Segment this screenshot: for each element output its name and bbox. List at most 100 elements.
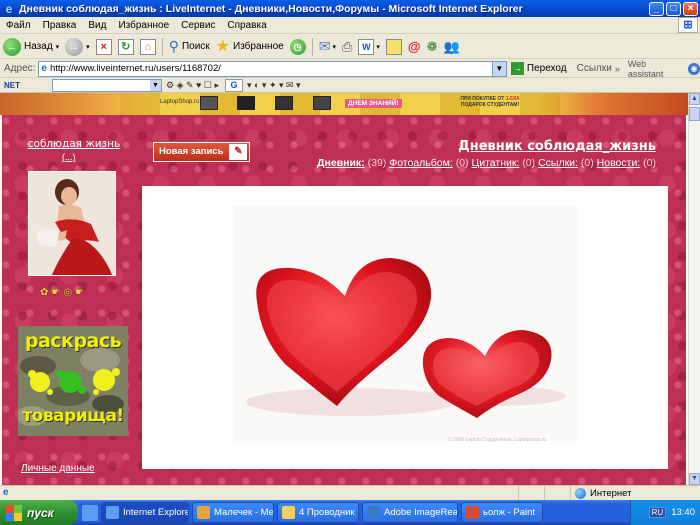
refresh-button[interactable]: ↻ [115, 36, 137, 58]
task-explorer[interactable]: 4 Проводник [277, 502, 359, 523]
cookie-icon[interactable]: ◎ [63, 287, 72, 298]
task-label: Adobe ImageReady... [384, 507, 458, 518]
photo-caption: © 2008 Laptop Подарочные, Laptopshop.ru [448, 437, 547, 443]
history-button[interactable]: ◷ [287, 36, 309, 58]
task-icon [106, 506, 119, 519]
start-button[interactable]: пуск [0, 500, 78, 525]
post-photo[interactable] [233, 206, 578, 441]
stat-news-link[interactable]: Новости: [597, 157, 641, 169]
hand-icon[interactable]: ☛ [51, 287, 60, 298]
task-paint[interactable]: ьолж - Paint [461, 502, 543, 523]
username-link[interactable]: соблюдая жизнь [25, 138, 123, 150]
personal-data-link[interactable]: Личные данные [21, 463, 95, 474]
stat-news-count: (0) [643, 157, 656, 169]
heart-molds-image [233, 206, 578, 441]
task-label: ьолж - Paint [483, 507, 536, 518]
scroll-down-arrow-icon[interactable]: ▼ [689, 473, 700, 485]
address-input[interactable]: e http://www.liveinternet.ru/users/11687… [38, 60, 507, 77]
menu-bar: Файл Правка Вид Избранное Сервис Справка… [0, 17, 700, 34]
menu-tools[interactable]: Сервис [175, 20, 221, 31]
links-chevron-icon[interactable]: » [615, 64, 620, 74]
menu-help[interactable]: Справка [221, 20, 272, 31]
favorites-star-icon: ★ [215, 37, 231, 55]
address-dropdown-icon[interactable]: ▼ [491, 61, 506, 76]
menu-favorites[interactable]: Избранное [112, 20, 175, 31]
hand-icon[interactable]: ☛ [75, 287, 84, 298]
task-internet-explorer[interactable]: Internet Explorer [101, 502, 189, 523]
standard-toolbar: ← Назад ▾ → ▾ × ↻ ⌂ ⚲ Поиск ★ Избранное … [0, 35, 700, 59]
vertical-scrollbar[interactable]: ▲ ▼ [688, 93, 700, 485]
back-button[interactable]: ← Назад ▾ [0, 36, 62, 58]
messenger-button[interactable]: @ [405, 36, 424, 58]
avatar[interactable] [28, 171, 116, 276]
scroll-thumb[interactable] [689, 107, 700, 121]
research-button[interactable]: ❁ [424, 36, 441, 58]
links-button[interactable]: Ссылки [577, 63, 612, 74]
go-button[interactable]: → Переход [510, 62, 567, 75]
banner-promo: ПРИ ПОКУПКЕ ОТ 1-5ХХ ПОДАРОК СТУДЕНТАМ! [445, 96, 535, 108]
status-bar: e Интернет [0, 485, 700, 500]
menu-edit[interactable]: Правка [37, 20, 83, 31]
net-toolbar: NET ▼ ⚙ ◈ ✎ ♥ ☐ ▸ G ▾ ◐ ▾ ✦ ▾ ✉ ▾ [0, 78, 700, 93]
google-icon[interactable]: G [224, 78, 243, 92]
stat-links-link[interactable]: Ссылки: [538, 157, 578, 169]
task-message[interactable]: Малечек - Message [192, 502, 274, 523]
mail-button[interactable]: ✉ ▾ [316, 36, 339, 58]
stat-photo-link[interactable]: Фотоальбом: [389, 157, 453, 169]
laptop-icon [237, 96, 255, 110]
web-assistant-label[interactable]: Web assistant [628, 59, 684, 79]
forward-button[interactable]: → ▾ [62, 36, 93, 58]
mail-dropdown-icon[interactable]: ▾ [332, 43, 336, 51]
clock[interactable]: 13:40 [671, 507, 695, 518]
stat-diary-link[interactable]: Дневник: [317, 157, 365, 169]
net-search-combo[interactable]: ▼ [52, 78, 162, 92]
close-button[interactable]: × [683, 1, 698, 16]
favorites-button[interactable]: ★ Избранное [213, 36, 287, 58]
stat-quotes-count: (0) [522, 157, 536, 169]
title-bar[interactable]: e Дневник соблюдая_жизнь : LiveInternet … [0, 0, 700, 17]
ad-banner[interactable]: LaptopShop.ru ДНЕМ ЗНАНИЙ! ПРИ ПОКУПКЕ О… [0, 93, 688, 115]
menu-view[interactable]: Вид [82, 20, 112, 31]
print-icon: ⎙ [341, 38, 353, 54]
home-button[interactable]: ⌂ [137, 36, 159, 58]
scroll-up-arrow-icon[interactable]: ▲ [689, 93, 700, 105]
net-brand[interactable]: NET [4, 81, 52, 90]
diary-stats: Дневник: (39) Фотоальбом: (0) Цитатник: … [317, 157, 656, 169]
stat-quotes-link[interactable]: Цитатник: [471, 157, 519, 169]
page-status-icon: e [3, 487, 9, 498]
contacts-button[interactable]: 👥 [440, 36, 462, 58]
back-dropdown-icon[interactable]: ▾ [56, 43, 60, 51]
banner-slogan: ДНЕМ ЗНАНИЙ! [345, 99, 402, 108]
discuss-button[interactable] [383, 36, 405, 58]
new-post-button[interactable]: Новая запись ✎ [153, 142, 251, 162]
maximize-button[interactable]: □ [666, 1, 681, 16]
forward-dropdown-icon[interactable]: ▾ [86, 43, 90, 51]
at-sign-icon: @ [407, 39, 421, 54]
gift-icon[interactable]: ✿ [40, 287, 48, 298]
promo-image-box[interactable]: раскрась товарища! [18, 326, 128, 436]
address-url[interactable]: http://www.liveinternet.ru/users/1168702… [50, 63, 492, 74]
search-label: Поиск [181, 41, 210, 52]
net-dropdown-icon[interactable]: ▼ [150, 79, 161, 91]
user-status-link[interactable]: (...) [62, 152, 76, 162]
edit-button[interactable]: W ▾ [355, 36, 383, 58]
globe-icon [575, 487, 586, 499]
task-label: Internet Explorer [123, 507, 189, 518]
status-pane [518, 486, 544, 500]
language-indicator[interactable]: RU [648, 507, 667, 518]
stop-button[interactable]: × [93, 36, 115, 58]
security-zone: Интернет [570, 486, 700, 500]
print-button[interactable]: ⎙ [339, 36, 355, 58]
net-tool-icons[interactable]: ⚙ ◈ ✎ ♥ ☐ ▸ [166, 80, 219, 91]
task-imageready[interactable]: Adobe ImageReady... [362, 502, 458, 523]
new-post-label: Новая запись [159, 146, 224, 157]
web-assistant-icon[interactable]: ◉ [688, 62, 700, 75]
avatar-image [29, 172, 115, 275]
minimize-button[interactable]: _ [649, 1, 664, 16]
net-extra-icons[interactable]: ▾ ◐ ▾ ✦ ▾ ✉ ▾ [247, 80, 301, 91]
edit-dropdown-icon[interactable]: ▾ [376, 43, 380, 51]
diary-title-link[interactable]: Дневник соблюдая_жизнь [458, 139, 656, 154]
menu-file[interactable]: Файл [0, 20, 37, 31]
search-button[interactable]: ⚲ Поиск [166, 36, 213, 58]
quicklaunch-ie-icon[interactable] [82, 504, 98, 521]
